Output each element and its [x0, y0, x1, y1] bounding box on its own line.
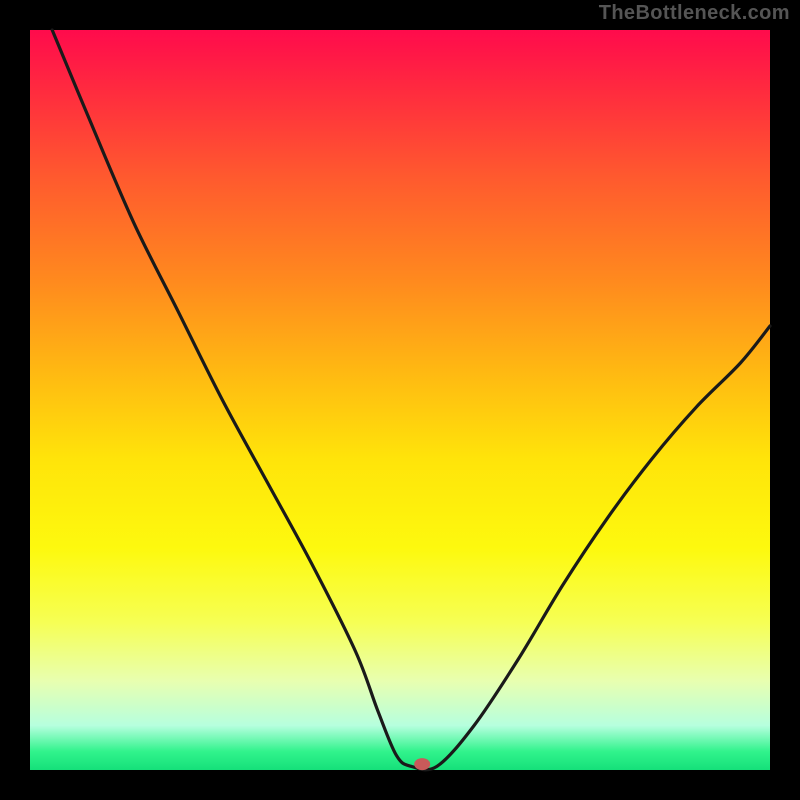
chart-svg: [30, 30, 770, 770]
minimum-marker: [414, 758, 430, 770]
watermark-text: TheBottleneck.com: [599, 2, 790, 25]
plot-area: [30, 30, 770, 770]
bottleneck-curve: [52, 30, 770, 770]
chart-frame: TheBottleneck.com: [0, 0, 800, 800]
